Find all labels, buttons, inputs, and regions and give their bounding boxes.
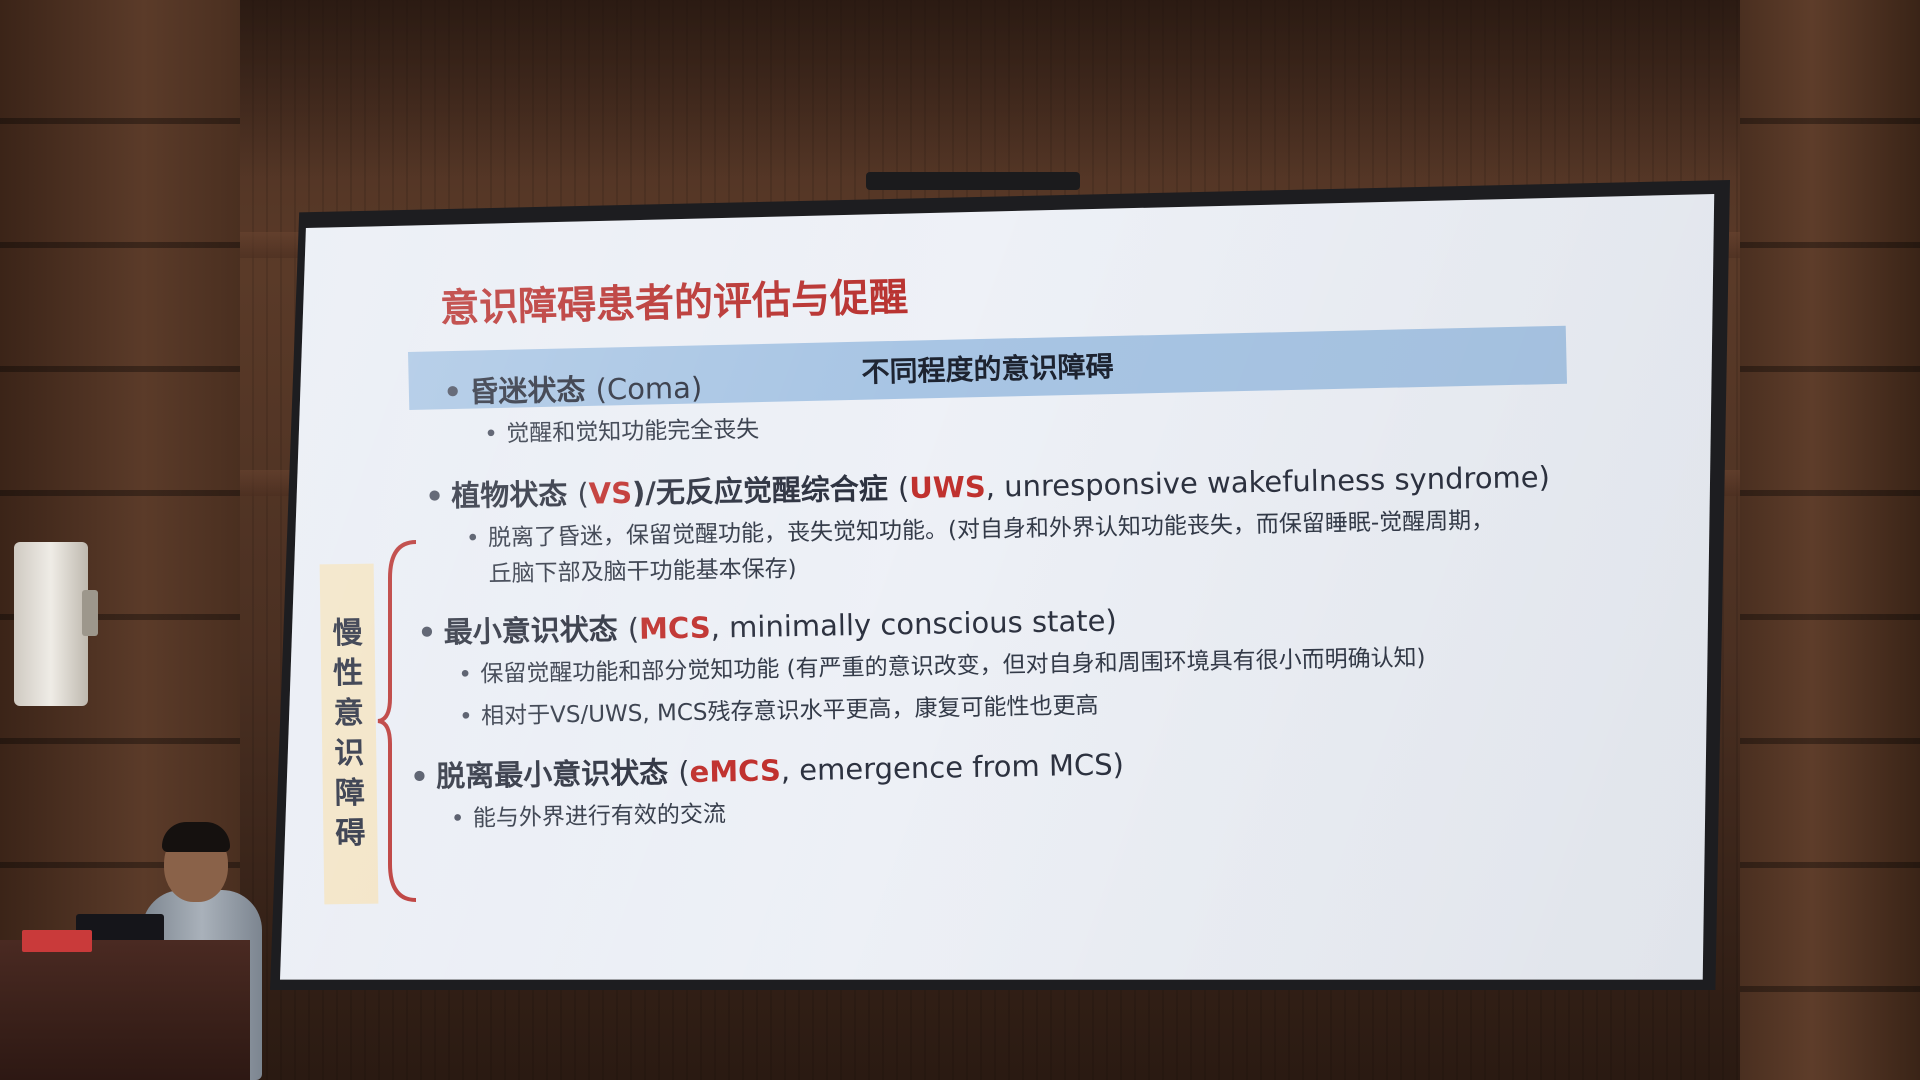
bullet-icon: • <box>450 805 465 833</box>
wall-speaker <box>14 542 88 706</box>
list-subitem-coma: • 觉醒和觉知功能完全丧失 <box>484 412 760 453</box>
mcs-detail-1: 保留觉醒功能和部分觉知功能 (有严重的意识改变，但对自身和周围环境具有很小而明确… <box>480 645 1426 688</box>
emcs-detail: 能与外界进行有效的交流 <box>472 801 727 832</box>
vs-abbr: VS <box>588 475 633 511</box>
emcs-abbr: eMCS <box>689 753 782 789</box>
vs-detail-2: 丘脑下部及脑干功能基本保存) <box>488 556 797 588</box>
emcs-en: , emergence from MCS) <box>780 747 1125 788</box>
ceiling-shadow <box>0 0 1920 180</box>
right-wood-pillar <box>1740 0 1920 1080</box>
bullet-icon: • <box>409 759 430 794</box>
uws-open-paren: ( <box>897 471 910 506</box>
projection-screen: 意识障碍患者的评估与促醒 不同程度的意识障碍 慢 性 意 识 障 碍 • 昏迷状态… <box>280 194 1715 980</box>
mcs-abbr: MCS <box>638 610 711 646</box>
uws-abbr: UWS <box>909 469 987 506</box>
bullet-icon: • <box>425 479 445 514</box>
bullet-icon: • <box>458 661 473 688</box>
presenter-hair <box>162 822 230 852</box>
list-subitem-mcs-2: • 相对于VS/UWS, MCS残存意识水平更高，康复可能性也更高 <box>459 688 1099 735</box>
coma-cn: 昏迷状态 <box>469 372 586 409</box>
list-item-emcs: • 脱离最小意识状态 (eMCS, emergence from MCS) <box>410 741 1124 795</box>
mcs-cn: 最小意识状态 <box>443 612 618 650</box>
projector-bar <box>866 172 1080 190</box>
mcs-en: , minimally conscious state) <box>710 603 1118 645</box>
slide-content: • 昏迷状态 (Coma) • 觉醒和觉知功能完全丧失 • 植物状态 (VS)/无反应… <box>280 194 1714 980</box>
coma-en: (Coma) <box>595 370 703 407</box>
vs-cn: 植物状态 <box>451 477 568 514</box>
bullet-icon: • <box>443 374 463 410</box>
podium <box>0 940 250 1080</box>
list-item-coma: • 昏迷状态 (Coma) <box>443 365 702 412</box>
vs-detail-1: 脱离了昏迷，保留觉醒功能，丧失觉知功能。(对自身和外界认知功能丧失，而保留睡眠-… <box>487 507 1495 552</box>
bullet-icon: • <box>458 703 473 730</box>
list-subitem-emcs: • 能与外界进行有效的交流 <box>451 796 727 837</box>
bullet-icon: • <box>484 421 499 448</box>
list-subitem-vs: • 脱离了昏迷，保留觉醒功能，丧失觉知功能。(对自身和外界认知功能丧失，而保留睡眠… <box>466 503 1495 593</box>
bullet-icon: • <box>417 615 437 650</box>
list-item-mcs: • 最小意识状态 (MCS, minimally conscious state) <box>417 597 1117 651</box>
mcs-detail-2: 相对于VS/UWS, MCS残存意识水平更高，康复可能性也更高 <box>480 692 1099 730</box>
emcs-cn: 脱离最小意识状态 <box>435 755 669 794</box>
vs-uws-cn: )/无反应觉醒综合症 <box>631 471 889 510</box>
coma-detail: 觉醒和觉知功能完全丧失 <box>505 416 760 448</box>
uws-en: , unresponsive wakefulness syndrome) <box>985 459 1551 504</box>
podium-sign <box>22 930 92 952</box>
speaker-bracket <box>82 590 98 636</box>
bullet-icon: • <box>465 525 480 552</box>
